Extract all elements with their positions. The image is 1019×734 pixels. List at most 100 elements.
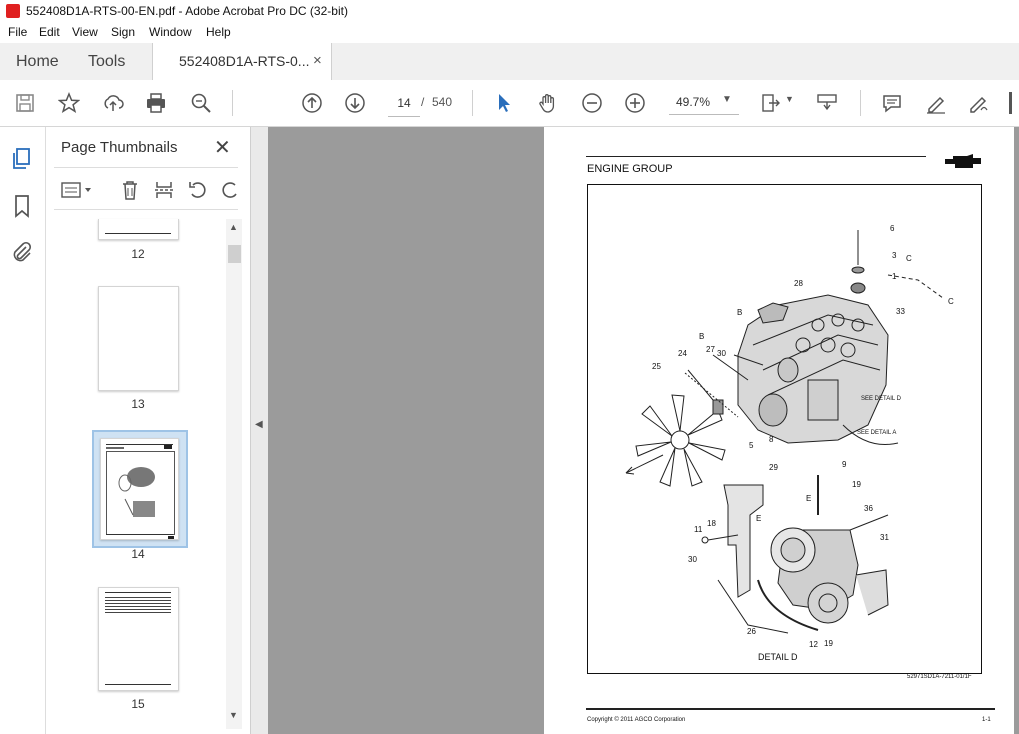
- header-rule: [586, 156, 926, 157]
- callout-label: 28: [794, 279, 803, 288]
- upload-icon[interactable]: [100, 90, 126, 116]
- callout-label: 3: [892, 251, 897, 260]
- callout-label: 12: [809, 640, 818, 649]
- callout-label: 8: [769, 435, 774, 444]
- select-arrow-icon[interactable]: [491, 90, 517, 116]
- tab-document-label: 552408D1A-RTS-0...: [179, 53, 310, 69]
- callout-label: 18: [707, 519, 716, 528]
- tab-close-icon[interactable]: ×: [313, 52, 322, 69]
- thumbnail-scrollbar[interactable]: [226, 219, 242, 729]
- tab-tools[interactable]: Tools: [88, 53, 125, 71]
- callout-label: 36: [864, 504, 873, 513]
- footer-copyright: Copyright © 2011 AGCO Corporation: [587, 717, 686, 723]
- callout-label: 31: [880, 533, 889, 542]
- toolbar-divider: [472, 90, 473, 116]
- page-number-input[interactable]: [388, 90, 420, 117]
- callout-label: 26: [747, 627, 756, 636]
- menu-help[interactable]: Help: [206, 25, 231, 39]
- insert-pages-icon[interactable]: [152, 177, 176, 203]
- detail-d-label: DETAIL D: [758, 652, 798, 662]
- menu-file[interactable]: File: [8, 25, 27, 39]
- engine-parts-diagram: [625, 230, 944, 634]
- rotate-cw-icon[interactable]: [218, 177, 242, 203]
- page-thumbnails-icon[interactable]: [10, 147, 34, 171]
- callout-label: 19: [824, 639, 833, 648]
- thumbnail-page-12[interactable]: [98, 219, 179, 240]
- tab-document[interactable]: 552408D1A-RTS-0... ×: [152, 43, 332, 80]
- bookmark-icon[interactable]: [10, 194, 34, 218]
- delete-icon[interactable]: [118, 177, 142, 203]
- thumbnail-label: 14: [131, 547, 145, 561]
- print-icon[interactable]: [143, 90, 169, 116]
- callout-label: 25: [652, 362, 661, 371]
- title-bar: 552408D1A-RTS-00-EN.pdf - Adobe Acrobat …: [0, 0, 1019, 23]
- menu-view[interactable]: View: [72, 25, 98, 39]
- acrobat-logo-icon: [6, 4, 20, 18]
- thumbnails-panel: Page Thumbnails ✕ 12 13 14 15 ▲ ▼: [46, 127, 251, 734]
- options-menu-icon[interactable]: [60, 177, 94, 203]
- toolbar: / 540 49.7% ▼ ▼: [0, 80, 1019, 127]
- page-up-icon[interactable]: [299, 90, 325, 116]
- highlight-pen-icon[interactable]: [923, 90, 949, 116]
- menu-sign[interactable]: Sign: [111, 25, 135, 39]
- navigation-rail: [0, 127, 46, 734]
- callout-label: 1: [892, 272, 897, 281]
- attachment-icon[interactable]: [10, 240, 34, 264]
- collapse-arrow-icon: ◀: [255, 419, 263, 430]
- callout-label: 19: [852, 480, 861, 489]
- callout-label: 5: [749, 441, 754, 450]
- zoom-in-icon[interactable]: [622, 90, 648, 116]
- callout-label: 9: [842, 460, 847, 469]
- divider: [54, 167, 238, 168]
- toolbar-divider: [860, 90, 861, 116]
- menu-window[interactable]: Window: [149, 25, 192, 39]
- thumbnail-label: 12: [131, 247, 145, 261]
- thumbnail-page-15[interactable]: [98, 587, 179, 691]
- thumbnail-page-14[interactable]: [100, 438, 179, 540]
- menu-edit[interactable]: Edit: [39, 25, 60, 39]
- tab-home[interactable]: Home: [16, 53, 59, 71]
- comment-icon[interactable]: [879, 90, 905, 116]
- more-tools-icon[interactable]: [1009, 92, 1012, 114]
- page-total: 540: [432, 95, 453, 109]
- callout-label: B: [699, 332, 705, 341]
- engine-icon: [945, 154, 981, 168]
- thumbnail-label: 13: [131, 397, 145, 411]
- sign-icon[interactable]: [966, 90, 992, 116]
- callout-label: B: [737, 308, 743, 317]
- rotate-ccw-icon[interactable]: [186, 177, 210, 203]
- scroll-up-icon[interactable]: ▲: [229, 222, 238, 232]
- menu-bar: File Edit View Sign Window Help: [0, 23, 1019, 43]
- thumbnail-page-13[interactable]: [98, 286, 179, 391]
- figure-code: 52971SD1A-7211-01/1F: [907, 674, 972, 680]
- callout-label: 24: [678, 349, 687, 358]
- chevron-down-icon: ▼: [722, 94, 732, 105]
- callout-label: C: [948, 297, 954, 306]
- window-title: 552408D1A-RTS-00-EN.pdf - Adobe Acrobat …: [26, 4, 348, 18]
- page-down-icon[interactable]: [342, 90, 368, 116]
- callout-label: 27: [706, 345, 715, 354]
- thumbnail-label: 15: [131, 697, 145, 711]
- save-icon[interactable]: [12, 90, 38, 116]
- callout-label: 6: [890, 224, 895, 233]
- scroll-mode-icon[interactable]: [814, 90, 840, 116]
- page-separator: /: [421, 95, 425, 109]
- zoom-out-icon[interactable]: [579, 90, 605, 116]
- scroll-down-icon[interactable]: ▼: [229, 710, 238, 720]
- hand-icon[interactable]: [535, 90, 561, 116]
- tab-bar: Home Tools 552408D1A-RTS-0... ×: [0, 43, 1019, 81]
- callout-label: 33: [896, 307, 905, 316]
- star-icon[interactable]: [56, 90, 82, 116]
- zoom-search-icon[interactable]: [188, 90, 214, 116]
- pdf-page: ENGINE GROUP 6 3 C 1 C 28 33 B B 27 30 2…: [544, 127, 1014, 734]
- panel-collapse-handle[interactable]: ◀: [251, 127, 268, 734]
- toolbar-divider: [232, 90, 233, 116]
- section-title: ENGINE GROUP: [587, 163, 673, 175]
- callout-label: 29: [769, 463, 778, 472]
- panel-close-icon[interactable]: ✕: [214, 135, 231, 160]
- footer-page-number: 1-1: [982, 717, 991, 723]
- page-fit-icon[interactable]: [758, 90, 784, 116]
- see-detail-a-note: SEE DETAIL A: [857, 430, 897, 436]
- scrollbar-thumb[interactable]: [228, 245, 241, 263]
- callout-label: 11: [694, 525, 703, 534]
